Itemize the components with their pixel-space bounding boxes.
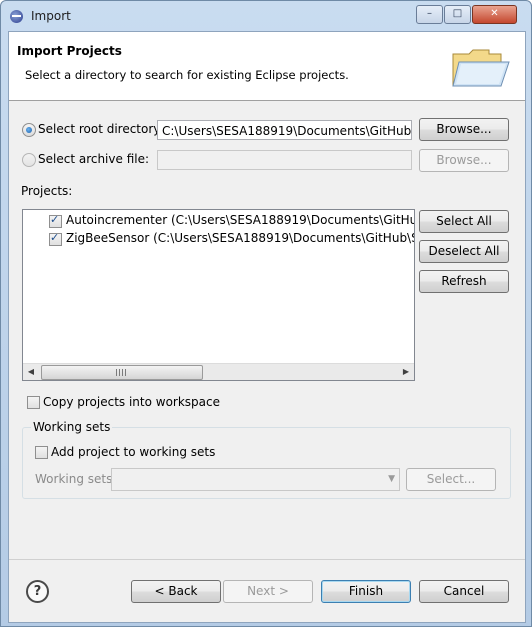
minimize-button[interactable]: – (416, 5, 443, 24)
scroll-left-icon[interactable]: ◀ (23, 364, 39, 380)
title-bar[interactable]: Import – □ ✕ (1, 1, 531, 31)
archive-file-input[interactable] (157, 150, 412, 170)
root-directory-label: Select root directory: (38, 122, 164, 136)
archive-file-label: Select archive file: (38, 152, 150, 166)
page-description: Select a directory to search for existin… (25, 68, 349, 82)
select-all-button[interactable]: Select All (419, 210, 509, 233)
projects-list[interactable]: Autoincrementer (C:\Users\SESA188919\Doc… (22, 209, 415, 381)
folder-icon (452, 49, 510, 87)
project-checkbox[interactable] (49, 213, 62, 228)
root-directory-input[interactable]: C:\Users\SESA188919\Documents\GitHub\SES… (157, 120, 412, 140)
finish-button[interactable]: Finish (321, 580, 411, 603)
next-button[interactable]: Next > (223, 580, 313, 603)
root-browse-button[interactable]: Browse... (419, 118, 509, 141)
eclipse-icon (10, 10, 23, 23)
archive-browse-button[interactable]: Browse... (419, 149, 509, 172)
refresh-button[interactable]: Refresh (419, 270, 509, 293)
grip-icon (116, 369, 128, 376)
import-dialog: Import – □ ✕ Import Projects Select a di… (0, 0, 532, 627)
copy-projects-checkbox[interactable] (27, 396, 40, 409)
working-sets-combo[interactable]: ▼ (111, 468, 400, 491)
wizard-banner: Import Projects Select a directory to se… (9, 32, 525, 101)
back-button[interactable]: < Back (131, 580, 221, 603)
working-sets-title: Working sets (31, 420, 113, 434)
copy-projects-label: Copy projects into workspace (43, 395, 221, 409)
cancel-button[interactable]: Cancel (419, 580, 509, 603)
window-title: Import (31, 9, 71, 23)
deselect-all-button[interactable]: Deselect All (419, 240, 509, 263)
scroll-right-icon[interactable]: ▶ (398, 364, 414, 380)
project-checkbox[interactable] (49, 231, 62, 246)
working-sets-select-button[interactable]: Select... (406, 468, 496, 491)
horizontal-scrollbar[interactable]: ◀ ▶ (23, 363, 414, 380)
footer-divider (9, 559, 525, 560)
page-title: Import Projects (17, 44, 122, 58)
list-item[interactable]: Autoincrementer (C:\Users\SESA188919\Doc… (23, 212, 414, 230)
list-item[interactable]: ZigBeeSensor (C:\Users\SESA188919\Docume… (23, 230, 414, 248)
root-directory-radio[interactable] (22, 123, 36, 137)
projects-label: Projects: (21, 184, 73, 198)
project-label: ZigBeeSensor (C:\Users\SESA188919\Docume… (66, 231, 415, 245)
help-icon[interactable]: ? (26, 580, 49, 603)
add-working-sets-checkbox[interactable] (35, 446, 48, 459)
project-label: Autoincrementer (C:\Users\SESA188919\Doc… (66, 213, 415, 227)
working-sets-combo-label: Working sets: (35, 472, 117, 486)
maximize-button[interactable]: □ (444, 5, 471, 24)
archive-file-radio[interactable] (22, 153, 36, 167)
scroll-thumb[interactable] (41, 365, 203, 380)
chevron-down-icon: ▼ (388, 474, 395, 484)
dialog-body: Import Projects Select a directory to se… (8, 31, 526, 623)
close-button[interactable]: ✕ (472, 5, 517, 24)
add-working-sets-label: Add project to working sets (51, 445, 216, 459)
